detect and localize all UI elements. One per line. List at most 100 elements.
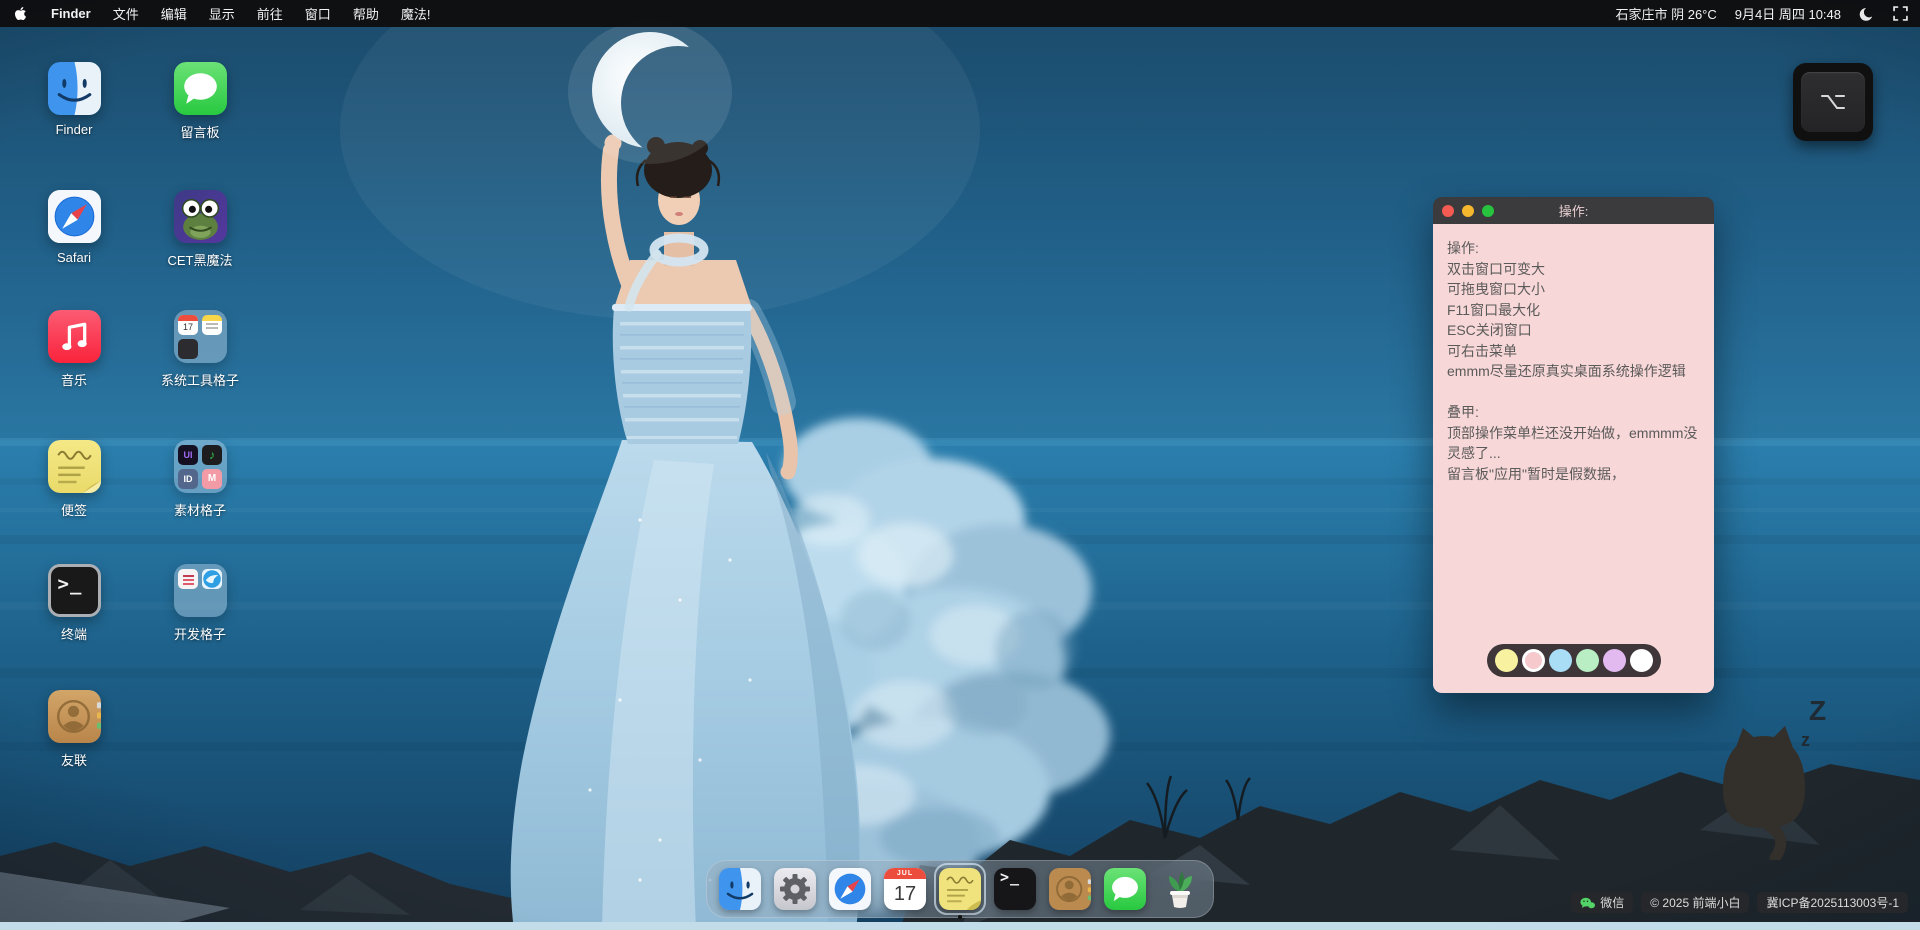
wechat-label: 微信: [1600, 893, 1624, 913]
desktop-icon-label: 素材格子: [174, 500, 226, 519]
menu-help[interactable]: 帮助: [353, 4, 379, 23]
datetime-status[interactable]: 9月4日 周四 10:48: [1735, 4, 1841, 23]
wechat-icon: [1580, 897, 1595, 909]
bottom-strip: [0, 922, 1920, 930]
terminal-prompt-glyph: >_: [1000, 868, 1020, 886]
desktop-icon-assets-grid[interactable]: UI ♪ ID M 素材格子: [148, 440, 252, 519]
desktop-icon-cet-magic[interactable]: CET黑魔法: [148, 190, 252, 269]
id-mini-icon: ID: [178, 469, 198, 489]
sticky-note-icon: [939, 868, 981, 910]
menu-edit[interactable]: 编辑: [161, 4, 187, 23]
sticky-note-window[interactable]: 操作: 操作: 双击窗口可变大 可拖曳窗口大小 F11窗口最大化 ESC关闭窗口…: [1433, 197, 1714, 693]
assets-folder-icon: UI ♪ ID M: [174, 440, 227, 493]
color-palette: [1487, 644, 1661, 677]
note-line: 双击窗口可变大: [1447, 259, 1700, 280]
window-title: 操作:: [1433, 201, 1714, 220]
music-note-mini-icon: ♪: [202, 445, 222, 465]
menu-bar: Finder 文件 编辑 显示 前往 窗口 帮助 魔法! 石家庄市 阴 26°C…: [0, 0, 1920, 27]
note-line: F11窗口最大化: [1447, 300, 1700, 321]
color-dot-green[interactable]: [1576, 649, 1599, 672]
wechat-badge[interactable]: 微信: [1571, 892, 1633, 913]
option-icon: [1820, 92, 1846, 112]
weather-status[interactable]: 石家庄市 阴 26°C: [1616, 4, 1717, 23]
desktop-icon-label: 系统工具格子: [161, 370, 239, 389]
sticky-note-icon: [48, 440, 101, 493]
dock-messages[interactable]: [1104, 868, 1146, 910]
dock-notes[interactable]: [939, 868, 981, 910]
sleeping-cat: Z z: [1713, 688, 1845, 860]
dev-folder-icon: [174, 564, 227, 617]
menu-finder[interactable]: Finder: [51, 6, 91, 21]
music-icon: [48, 310, 101, 363]
window-titlebar[interactable]: 操作:: [1433, 197, 1714, 224]
contacts-icon: [48, 690, 101, 743]
note-content: 操作: 双击窗口可变大 可拖曳窗口大小 F11窗口最大化 ESC关闭窗口 可右击…: [1433, 224, 1714, 693]
color-dot-yellow[interactable]: [1495, 649, 1518, 672]
dock: JUL 17 >_: [706, 860, 1214, 918]
desktop-icon-finder[interactable]: Finder: [22, 62, 126, 137]
finder-icon: [719, 868, 761, 910]
icp-badge[interactable]: 冀ICP备2025113003号-1: [1757, 892, 1908, 913]
dark-mode-toggle[interactable]: [1859, 6, 1875, 22]
terminal-icon: >_: [994, 868, 1036, 910]
note-line: 顶部操作菜单栏还没开始做，emmmm没灵感了...: [1447, 423, 1700, 464]
desktop-icon-label: 开发格子: [174, 624, 226, 643]
desktop-icon-notes[interactable]: 便签: [22, 440, 126, 519]
note-line: 操作:: [1447, 238, 1700, 259]
desktop-icon-dev-grid[interactable]: 开发格子: [148, 564, 252, 643]
note-line: [1447, 382, 1700, 403]
safari-icon: [48, 190, 101, 243]
copyright-badge[interactable]: © 2025 前端小白: [1641, 892, 1749, 913]
dock-plant[interactable]: [1159, 868, 1201, 910]
option-key-widget[interactable]: [1793, 63, 1873, 141]
sleep-z-big: Z: [1809, 695, 1826, 726]
running-indicator-dot: [958, 915, 962, 919]
gear-icon: [774, 868, 816, 910]
desktop-icon-label: 便签: [61, 500, 87, 519]
color-dot-pink[interactable]: [1522, 649, 1545, 672]
potted-plant-icon: [1159, 868, 1201, 910]
maximize-button[interactable]: [1482, 205, 1494, 217]
desktop-icon-terminal[interactable]: >_ 终端: [22, 564, 126, 643]
desktop-icon-safari[interactable]: Safari: [22, 190, 126, 265]
status-badges: 微信 © 2025 前端小白 冀ICP备2025113003号-1: [1571, 892, 1908, 913]
ui-mini-icon: UI: [178, 445, 198, 465]
dock-calendar[interactable]: JUL 17: [884, 868, 926, 910]
note-line: 可右击菜单: [1447, 341, 1700, 362]
minimize-button[interactable]: [1462, 205, 1474, 217]
calculator-mini-icon: [178, 339, 198, 359]
color-dot-white[interactable]: [1630, 649, 1653, 672]
apple-menu[interactable]: [12, 6, 29, 21]
color-dot-blue[interactable]: [1549, 649, 1572, 672]
calendar-month: JUL: [884, 868, 926, 879]
desktop-icon-label: Safari: [57, 250, 91, 265]
dock-settings[interactable]: [774, 868, 816, 910]
dock-terminal[interactable]: >_: [994, 868, 1036, 910]
calendar-mini-icon: 17: [178, 315, 198, 335]
color-dot-purple[interactable]: [1603, 649, 1626, 672]
desktop-icon-system-tools-grid[interactable]: 17 系统工具格子: [148, 310, 252, 389]
close-button[interactable]: [1442, 205, 1454, 217]
fullscreen-button[interactable]: [1893, 6, 1908, 21]
finder-icon: [48, 62, 101, 115]
desktop-icon-contacts[interactable]: 友联: [22, 690, 126, 769]
bird-mini-icon: [202, 569, 222, 589]
menu-view[interactable]: 显示: [209, 4, 235, 23]
desktop-icon-message-board[interactable]: 留言板: [148, 62, 252, 141]
menu-go[interactable]: 前往: [257, 4, 283, 23]
dock-safari[interactable]: [829, 868, 871, 910]
dock-contacts[interactable]: [1049, 868, 1091, 910]
desktop-icon-music[interactable]: 音乐: [22, 310, 126, 389]
doc-mini-icon: [178, 569, 198, 589]
menu-file[interactable]: 文件: [113, 4, 139, 23]
menu-magic[interactable]: 魔法!: [401, 4, 431, 23]
desktop-icon-label: 终端: [61, 624, 87, 643]
menu-window[interactable]: 窗口: [305, 4, 331, 23]
desktop-icon-label: 友联: [61, 750, 87, 769]
desktop-icon-label: 音乐: [61, 370, 87, 389]
desktop-screen: Finder 文件 编辑 显示 前往 窗口 帮助 魔法! 石家庄市 阴 26°C…: [0, 0, 1920, 930]
terminal-prompt-glyph: >_: [58, 573, 83, 614]
note-line: 可拖曳窗口大小: [1447, 279, 1700, 300]
dock-finder[interactable]: [719, 868, 761, 910]
desktop-icon-label: Finder: [56, 122, 93, 137]
